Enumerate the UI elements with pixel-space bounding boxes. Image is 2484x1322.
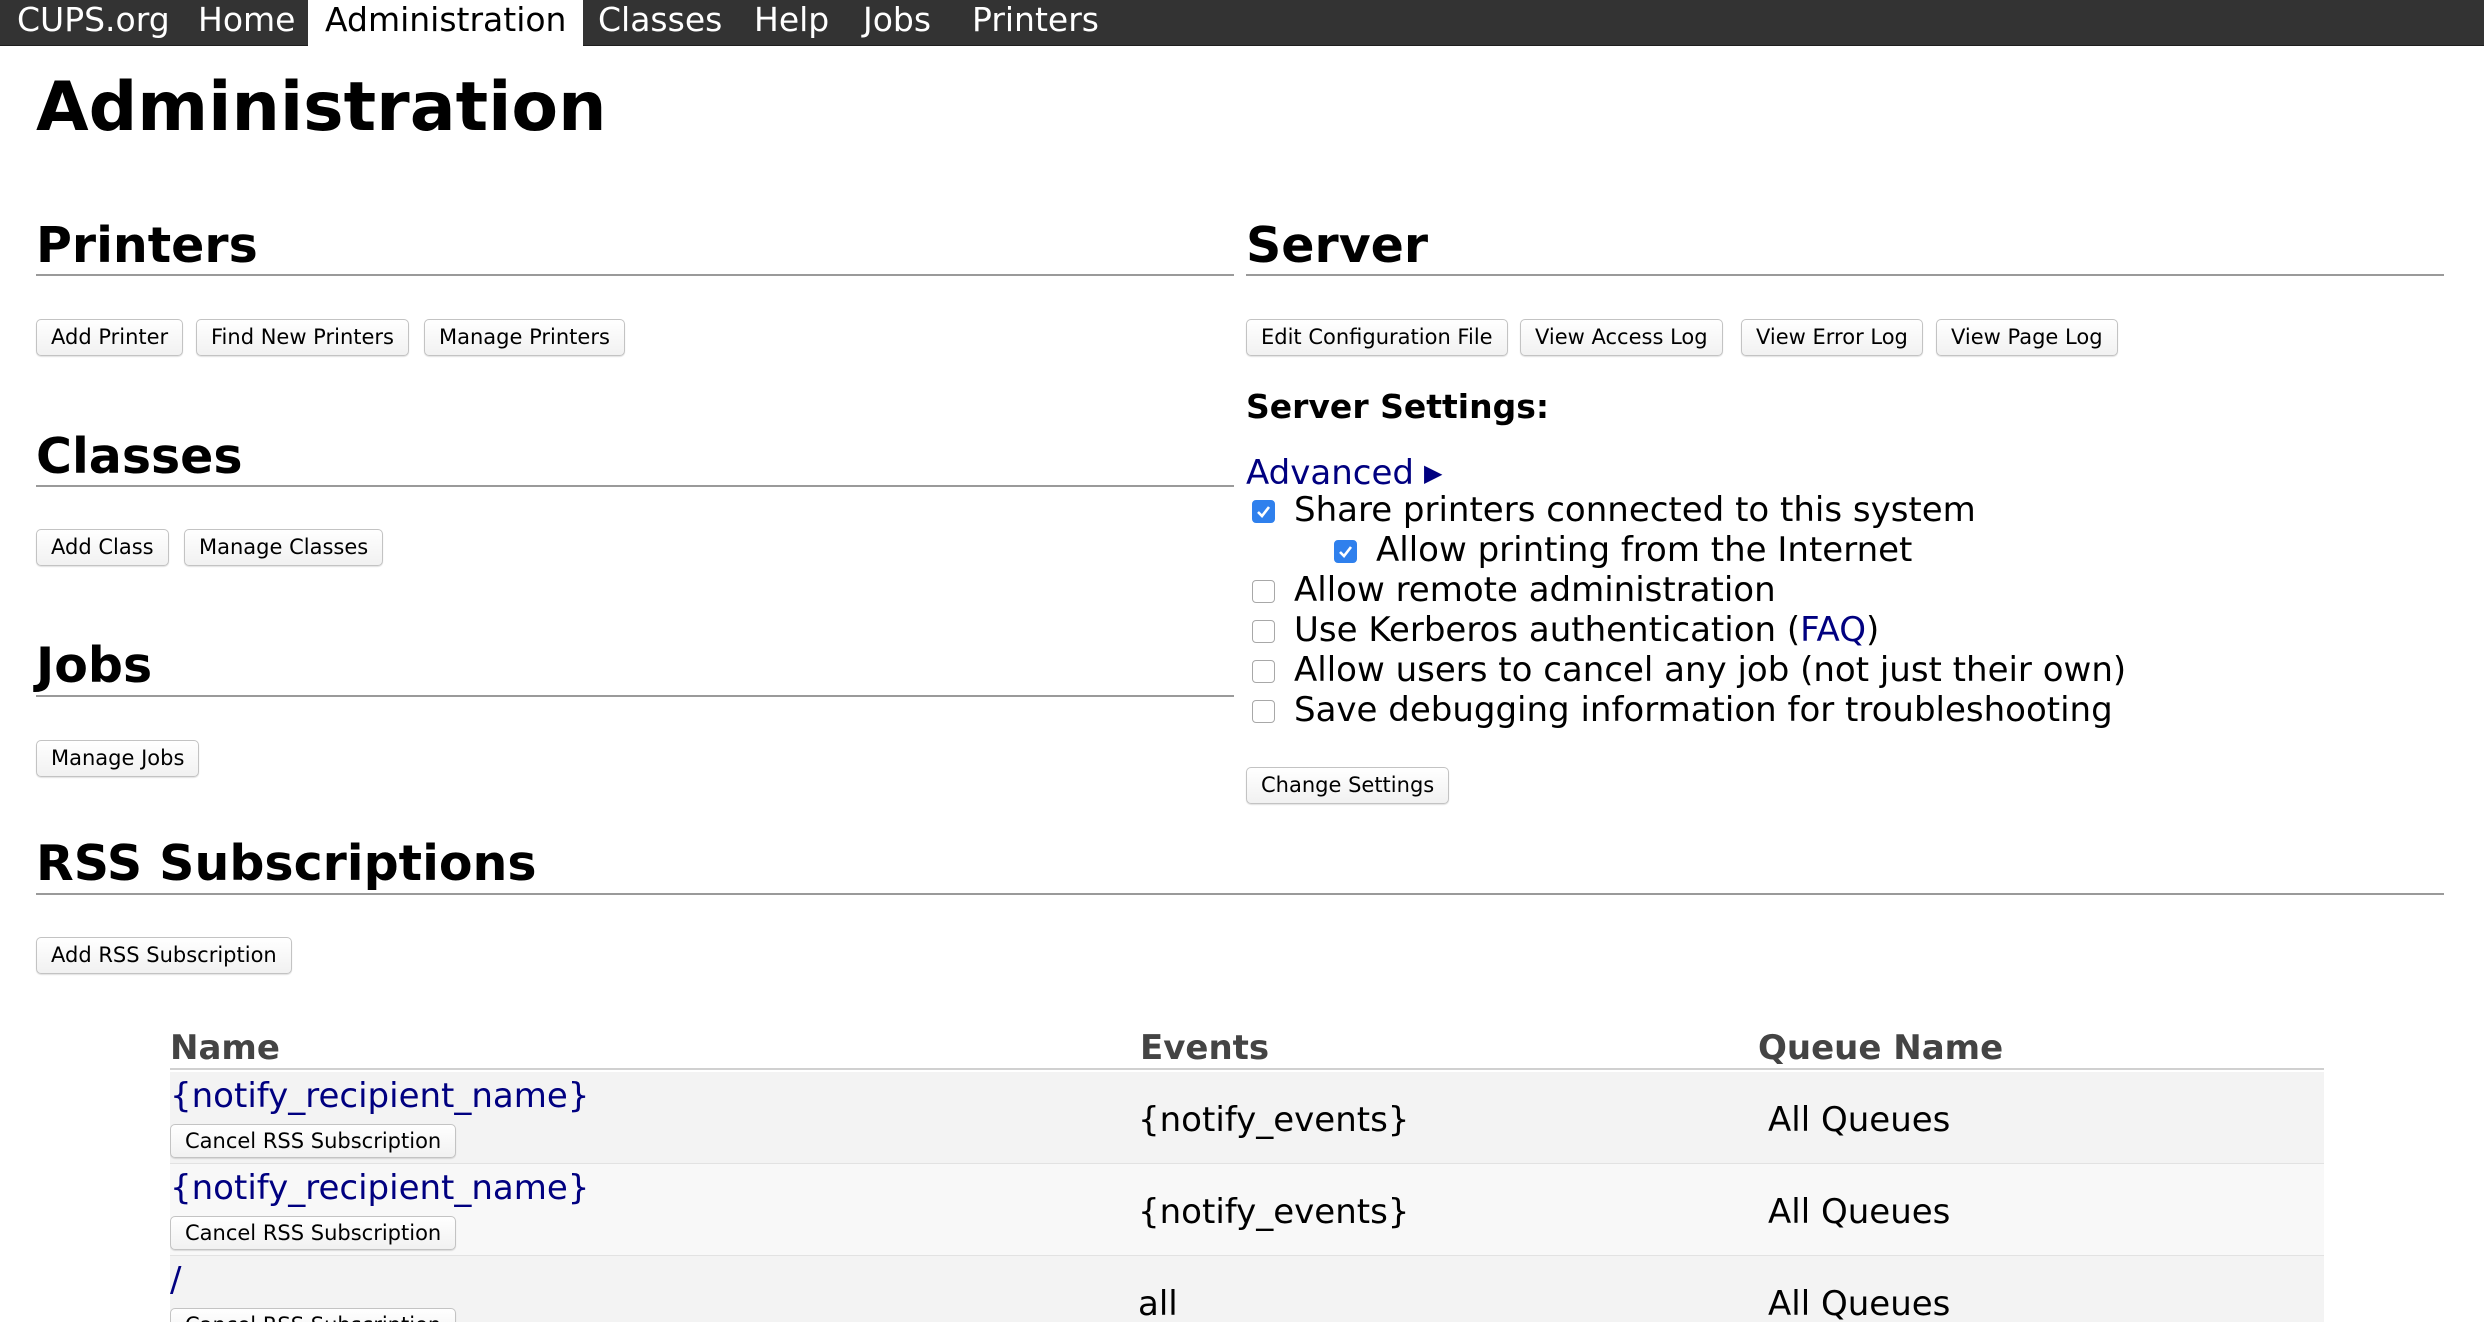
allow-internet-printing-label: Allow printing from the Internet: [1376, 530, 1913, 570]
subscription-events: {notify_events}: [1138, 1100, 1410, 1140]
server-settings-heading: Server Settings:: [1246, 387, 1550, 426]
rss-divider: [36, 893, 2444, 895]
nav-classes[interactable]: Classes: [581, 0, 739, 46]
subscription-name-link[interactable]: {notify_recipient_name}: [170, 1168, 589, 1208]
column-header-name: Name: [170, 1028, 280, 1068]
edit-configuration-file-button[interactable]: Edit Configuration File: [1246, 319, 1508, 356]
subscription-events: {notify_events}: [1138, 1192, 1410, 1232]
kerberos-label-close: ): [1865, 610, 1880, 650]
jobs-heading: Jobs: [36, 637, 153, 694]
rss-subscriptions-table: Name Events Queue Name {notify_recipient…: [170, 1020, 2324, 1322]
top-nav-bar: CUPS.org Home Administration Classes Hel…: [0, 0, 2484, 46]
add-class-button[interactable]: Add Class: [36, 529, 169, 566]
table-header: Name Events Queue Name: [170, 1020, 2324, 1070]
kerberos-label-text: Use Kerberos authentication (: [1294, 610, 1801, 650]
nav-cups-org[interactable]: CUPS.org: [0, 0, 187, 46]
nav-home[interactable]: Home: [181, 0, 312, 46]
remote-administration-label: Allow remote administration: [1294, 570, 1776, 610]
column-header-events: Events: [1140, 1028, 1270, 1068]
checkmark-icon: [1257, 506, 1271, 518]
nav-administration[interactable]: Administration: [308, 0, 584, 46]
view-error-log-button[interactable]: View Error Log: [1741, 319, 1923, 356]
server-heading: Server: [1246, 217, 1429, 274]
remote-administration-checkbox[interactable]: [1252, 580, 1275, 603]
subscription-events: all: [1138, 1284, 1178, 1322]
checkmark-icon: [1339, 546, 1353, 558]
rss-subscriptions-heading: RSS Subscriptions: [36, 835, 537, 892]
column-header-queue-name: Queue Name: [1758, 1028, 2004, 1068]
subscription-queue: All Queues: [1768, 1192, 1951, 1232]
change-settings-button[interactable]: Change Settings: [1246, 767, 1450, 804]
cancel-any-job-label: Allow users to cancel any job (not just …: [1294, 650, 2127, 690]
nav-jobs[interactable]: Jobs: [846, 0, 948, 46]
cancel-rss-subscription-button[interactable]: Cancel RSS Subscription: [170, 1216, 457, 1250]
subscription-queue: All Queues: [1768, 1284, 1951, 1322]
add-rss-subscription-button[interactable]: Add RSS Subscription: [36, 937, 292, 974]
share-printers-checkbox[interactable]: [1252, 500, 1275, 523]
allow-internet-printing-checkbox[interactable]: [1334, 540, 1357, 563]
table-row: / Cancel RSS Subscription all All Queues: [170, 1256, 2324, 1322]
debug-logging-label: Save debugging information for troublesh…: [1294, 690, 2113, 730]
jobs-divider: [36, 695, 1234, 697]
page-title: Administration: [36, 68, 607, 147]
table-row: {notify_recipient_name} Cancel RSS Subsc…: [170, 1072, 2324, 1164]
advanced-label: Advanced: [1246, 453, 1414, 493]
manage-jobs-button[interactable]: Manage Jobs: [36, 740, 200, 777]
subscription-queue: All Queues: [1768, 1100, 1951, 1140]
printers-divider: [36, 274, 1234, 276]
find-new-printers-button[interactable]: Find New Printers: [196, 319, 409, 356]
manage-printers-button[interactable]: Manage Printers: [424, 319, 625, 356]
view-page-log-button[interactable]: View Page Log: [1936, 319, 2118, 356]
faq-link[interactable]: FAQ: [1800, 610, 1866, 650]
cancel-rss-subscription-button[interactable]: Cancel RSS Subscription: [170, 1308, 457, 1322]
cancel-rss-subscription-button[interactable]: Cancel RSS Subscription: [170, 1124, 457, 1158]
subscription-name-link[interactable]: /: [170, 1260, 181, 1300]
expand-arrow-icon: ▶: [1423, 459, 1443, 487]
printers-heading: Printers: [36, 217, 258, 274]
subscription-name-link[interactable]: {notify_recipient_name}: [170, 1076, 589, 1116]
manage-classes-button[interactable]: Manage Classes: [184, 529, 384, 566]
classes-divider: [36, 485, 1234, 487]
server-divider: [1246, 274, 2444, 276]
add-printer-button[interactable]: Add Printer: [36, 319, 184, 356]
share-printers-label: Share printers connected to this system: [1294, 490, 1976, 530]
classes-heading: Classes: [36, 428, 243, 485]
kerberos-label: Use Kerberos authentication (FAQ): [1294, 610, 1879, 650]
nav-printers[interactable]: Printers: [955, 0, 1116, 46]
nav-help[interactable]: Help: [737, 0, 846, 46]
kerberos-checkbox[interactable]: [1252, 620, 1275, 643]
table-row: {notify_recipient_name} Cancel RSS Subsc…: [170, 1164, 2324, 1256]
view-access-log-button[interactable]: View Access Log: [1520, 319, 1723, 356]
debug-logging-checkbox[interactable]: [1252, 700, 1275, 723]
cancel-any-job-checkbox[interactable]: [1252, 660, 1275, 683]
